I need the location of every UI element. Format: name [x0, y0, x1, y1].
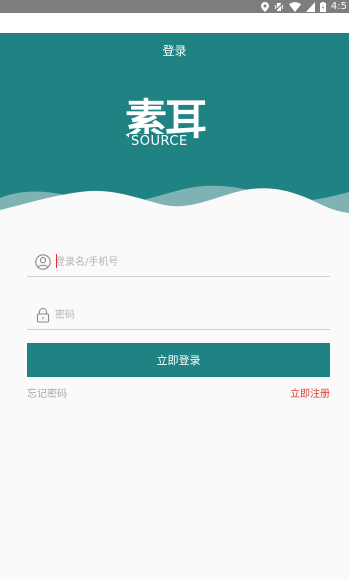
location-icon [260, 1, 269, 12]
password-field [27, 301, 330, 330]
forgot-password-link[interactable]: 忘记密码 [27, 389, 67, 401]
login-button[interactable]: 立即登录 [27, 343, 330, 377]
register-link[interactable]: 立即注册 [290, 389, 330, 401]
text-cursor [56, 254, 57, 268]
username-input[interactable] [55, 252, 295, 272]
header: 登录 素耳 SOURCE [0, 33, 349, 228]
signal-icon [305, 1, 315, 12]
page-title: 登录 [162, 44, 187, 58]
login-form [27, 248, 330, 330]
wave-decoration [0, 185, 349, 228]
app-logo: 素耳 SOURCE [125, 97, 235, 155]
status-icons: 4:5 [260, 0, 347, 13]
wifi-icon [288, 1, 301, 12]
vibrate-icon [273, 1, 284, 12]
logo-english: SOURCE [129, 134, 190, 149]
toolbar-gap [0, 13, 349, 33]
status-time: 4:5 [330, 1, 347, 12]
lock-icon [35, 307, 51, 323]
user-icon [35, 254, 51, 270]
battery-icon [319, 1, 326, 12]
username-field [27, 248, 330, 277]
status-bar: 4:5 [0, 0, 349, 13]
password-input[interactable] [55, 305, 295, 325]
